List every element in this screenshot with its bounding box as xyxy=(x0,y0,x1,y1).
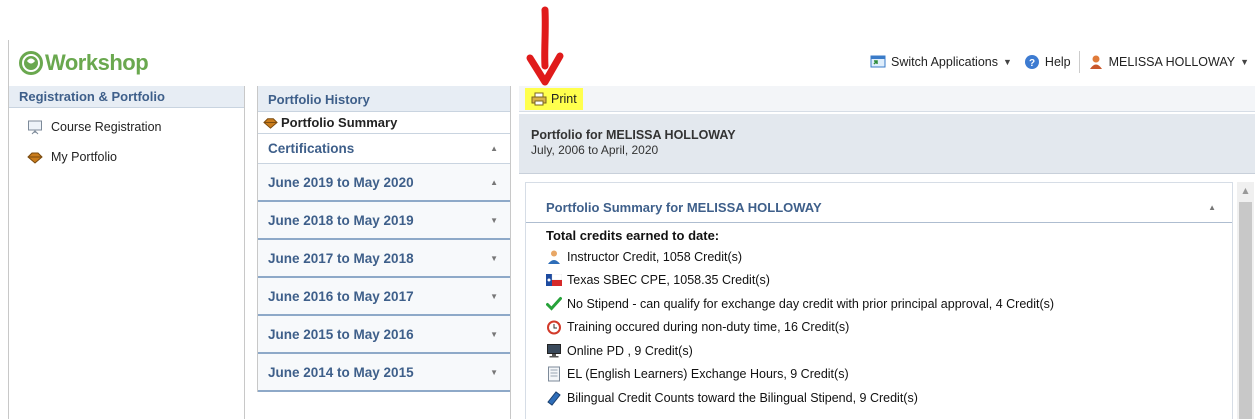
instructor-person-icon xyxy=(546,249,562,265)
accordion-label: June 2018 to May 2019 xyxy=(268,212,414,228)
portfolio-title: Portfolio for MELISSA HOLLOWAY xyxy=(531,128,736,142)
credit-text: Instructor Credit, 1058 Credit(s) xyxy=(567,249,743,264)
printer-icon xyxy=(531,91,547,107)
chevron-up-icon: ▲ xyxy=(490,144,498,153)
nav-item-label: Course Registration xyxy=(51,120,162,134)
portfolio-header: Portfolio for MELISSA HOLLOWAY July, 200… xyxy=(519,114,1255,174)
svg-text:?: ? xyxy=(1029,58,1035,69)
credit-row: No Stipend - can qualify for exchange da… xyxy=(546,292,1232,316)
summary-panel-body: Total credits earned to date: Instructor… xyxy=(526,223,1232,410)
computer-monitor-icon xyxy=(546,343,562,359)
help-button[interactable]: ? Help xyxy=(1018,54,1077,70)
nav-heading: Registration & Portfolio xyxy=(9,86,244,108)
presentation-board-icon xyxy=(27,119,43,135)
portfolio-gem-icon xyxy=(27,149,43,165)
green-check-icon xyxy=(546,296,562,312)
chevron-down-icon: ▼ xyxy=(490,215,498,225)
total-credits-label: Total credits earned to date: xyxy=(546,228,720,243)
chevron-down-icon: ▼ xyxy=(1240,57,1249,67)
vertical-scrollbar[interactable]: ▲ xyxy=(1237,182,1254,419)
accordion-label: June 2017 to May 2018 xyxy=(268,250,414,266)
alarm-clock-icon xyxy=(546,319,562,335)
credit-text: Texas SBEC CPE, 1058.35 Credit(s) xyxy=(567,273,770,288)
credit-row: Online PD , 9 Credit(s) xyxy=(546,339,1232,363)
credit-row: Texas SBEC CPE, 1058.35 Credit(s) xyxy=(546,269,1232,293)
nav-item-my-portfolio[interactable]: My Portfolio xyxy=(9,142,244,172)
accordion-year[interactable]: June 2017 to May 2018 ▼ xyxy=(258,240,510,278)
switch-apps-icon xyxy=(870,54,886,70)
accordion-label: Certifications xyxy=(268,141,355,156)
accordion-label: June 2019 to May 2020 xyxy=(268,174,414,190)
left-navigation: Registration & Portfolio Course Registra… xyxy=(9,86,245,419)
credit-row: Training occured during non-duty time, 1… xyxy=(546,316,1232,340)
accordion-label: June 2014 to May 2015 xyxy=(268,364,414,380)
help-icon: ? xyxy=(1024,54,1040,70)
top-right-toolbar: Switch Applications ▼ ? Help MELISSA HOL… xyxy=(864,50,1255,74)
credit-row: EL (English Learners) Exchange Hours, 9 … xyxy=(546,363,1232,387)
red-arrow-annotation-icon xyxy=(526,6,564,86)
chevron-down-icon: ▼ xyxy=(1003,57,1012,67)
switch-applications-button[interactable]: Switch Applications ▼ xyxy=(864,54,1018,70)
app-frame: Workshop Switch Applications ▼ ? Help ME… xyxy=(8,40,1255,419)
accordion-year[interactable]: June 2018 to May 2019 ▼ xyxy=(258,202,510,240)
toolbar-divider xyxy=(1078,51,1080,73)
texas-flag-icon xyxy=(546,272,562,288)
nav-item-label: My Portfolio xyxy=(51,150,117,164)
scrollbar-thumb[interactable] xyxy=(1239,202,1252,419)
chevron-down-icon: ▼ xyxy=(490,367,498,377)
portfolio-gem-icon xyxy=(262,115,278,131)
top-bar: Workshop Switch Applications ▼ ? Help ME… xyxy=(9,40,1255,86)
summary-panel-header[interactable]: Portfolio Summary for MELISSA HOLLOWAY ▲ xyxy=(526,193,1232,223)
accordion-certifications[interactable]: Certifications ▲ xyxy=(258,134,510,164)
user-menu-button[interactable]: MELISSA HOLLOWAY ▼ xyxy=(1082,54,1255,70)
portfolio-date-range: July, 2006 to April, 2020 xyxy=(531,143,659,157)
chevron-up-icon: ▲ xyxy=(1208,203,1216,212)
print-label: Print xyxy=(551,92,577,106)
switch-applications-label: Switch Applications xyxy=(890,55,998,69)
print-button[interactable]: Print xyxy=(525,88,583,110)
nav-item-course-registration[interactable]: Course Registration xyxy=(9,112,244,142)
accordion-year[interactable]: June 2019 to May 2020 ▲ xyxy=(258,164,510,202)
portfolio-detail-column: Print Portfolio for MELISSA HOLLOWAY Jul… xyxy=(511,86,1255,419)
credit-row: Instructor Credit, 1058 Credit(s) xyxy=(546,245,1232,269)
accordion-label: June 2015 to May 2016 xyxy=(268,326,414,342)
print-toolbar: Print xyxy=(519,86,1255,112)
portfolio-summary-panel: Portfolio Summary for MELISSA HOLLOWAY ▲… xyxy=(525,182,1233,419)
accordion-year[interactable]: June 2015 to May 2016 ▼ xyxy=(258,316,510,354)
summary-panel-title: Portfolio Summary for MELISSA HOLLOWAY xyxy=(546,200,822,215)
chevron-up-icon: ▲ xyxy=(490,177,498,187)
chevron-down-icon: ▼ xyxy=(490,253,498,263)
scroll-up-icon[interactable]: ▲ xyxy=(1237,182,1254,199)
blue-book-icon xyxy=(546,390,562,406)
workshop-logo-icon xyxy=(19,51,43,75)
credit-row: Bilingual Credit Counts toward the Bilin… xyxy=(546,386,1232,410)
portfolio-history-column: Portfolio History Portfolio Summary Cert… xyxy=(245,86,511,419)
credit-text: Online PD , 9 Credit(s) xyxy=(567,343,693,358)
workshop-logo[interactable]: Workshop xyxy=(19,50,149,76)
accordion-year[interactable]: June 2014 to May 2015 ▼ xyxy=(258,354,510,392)
chevron-down-icon: ▼ xyxy=(490,291,498,301)
accordion-year[interactable]: June 2016 to May 2017 ▼ xyxy=(258,278,510,316)
document-icon xyxy=(546,366,562,382)
credit-text: EL (English Learners) Exchange Hours, 9 … xyxy=(567,367,849,382)
user-avatar-icon xyxy=(1088,54,1104,70)
logo-text: Workshop xyxy=(45,50,149,75)
portfolio-summary-link[interactable]: Portfolio Summary xyxy=(258,112,510,134)
portfolio-history-panel: Portfolio History Portfolio Summary Cert… xyxy=(257,86,510,392)
column-gap xyxy=(245,86,257,419)
credit-text: Training occured during non-duty time, 1… xyxy=(567,320,850,335)
credit-text: No Stipend - can qualify for exchange da… xyxy=(567,296,1055,311)
accordion-label: June 2016 to May 2017 xyxy=(268,288,414,304)
user-name: MELISSA HOLLOWAY xyxy=(1108,55,1236,69)
credit-text: Bilingual Credit Counts toward the Bilin… xyxy=(567,390,918,405)
help-label: Help xyxy=(1044,55,1071,69)
portfolio-summary-label: Portfolio Summary xyxy=(281,115,398,130)
chevron-down-icon: ▼ xyxy=(490,329,498,339)
portfolio-history-heading: Portfolio History xyxy=(258,86,510,112)
